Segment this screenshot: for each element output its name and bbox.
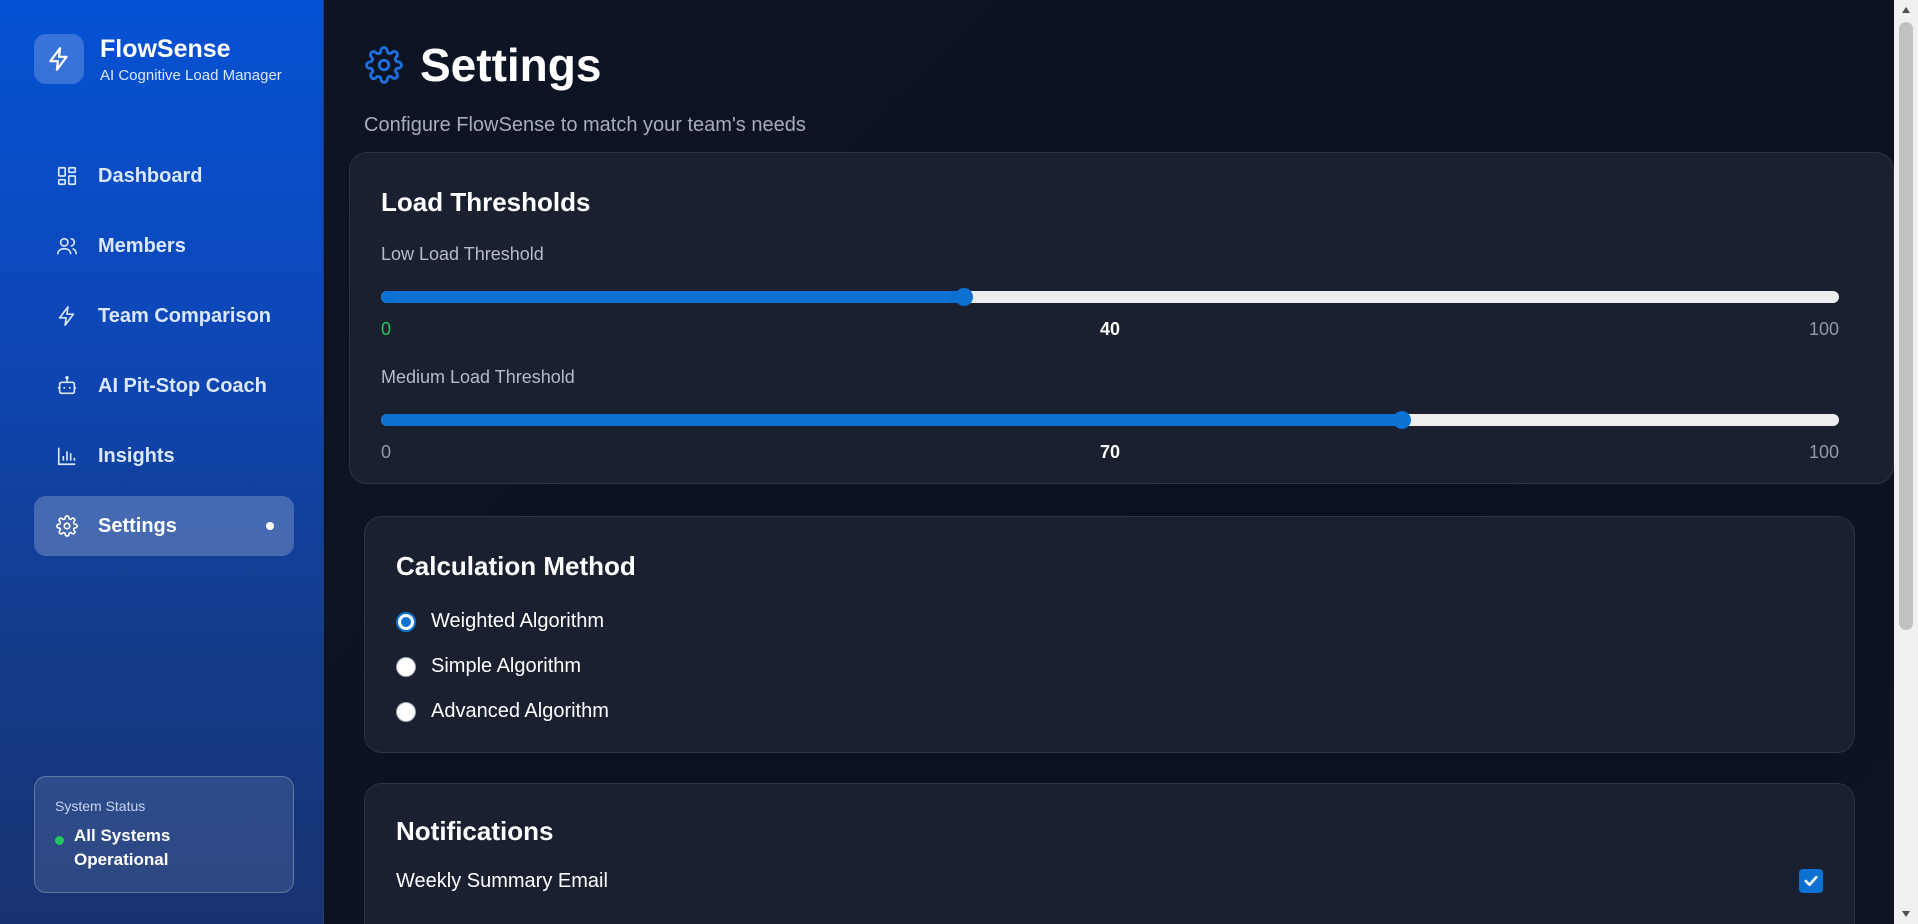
load-thresholds-card: Load Thresholds Low Load Threshold 0 40 …: [349, 152, 1894, 484]
slider-min-label: 0: [381, 319, 392, 339]
sidebar-item-label: Team Comparison: [98, 304, 271, 327]
sidebar-item-label: Insights: [98, 444, 175, 467]
scroll-up-arrow-icon[interactable]: [1894, 0, 1918, 20]
card-title: Notifications: [396, 816, 554, 846]
slider-min-label: 0: [381, 442, 392, 462]
sidebar-item-label: Dashboard: [98, 164, 203, 187]
sidebar-item-label: Settings: [98, 514, 177, 537]
medium-threshold-slider[interactable]: [381, 411, 1839, 429]
sidebar-item-insights[interactable]: Insights: [34, 426, 294, 486]
main-content: Settings Configure FlowSense to match yo…: [324, 0, 1894, 924]
radio-label[interactable]: Weighted Algorithm: [431, 610, 604, 633]
sidebar-nav: Dashboard Members Team Comparison AI Pit…: [34, 146, 294, 566]
sidebar-item-dashboard[interactable]: Dashboard: [34, 146, 294, 206]
page-header: Settings Configure FlowSense to match yo…: [364, 38, 806, 137]
weekly-summary-label: Weekly Summary Email: [396, 869, 608, 892]
active-indicator-dot: [266, 522, 274, 530]
radio-button[interactable]: [396, 656, 416, 677]
medium-threshold-block: Medium Load Threshold 0 70 100: [381, 367, 1862, 464]
slider-value: 40: [1099, 319, 1121, 339]
bar-chart-icon: [54, 443, 80, 469]
card-title: Calculation Method: [396, 551, 636, 581]
slider-fill: [381, 414, 1402, 426]
slider-label: Low Load Threshold: [381, 244, 544, 264]
radio-option-weighted[interactable]: Weighted Algorithm: [396, 610, 1823, 633]
low-threshold-block: Low Load Threshold 0 40 100: [381, 244, 1862, 341]
slider-thumb[interactable]: [955, 288, 974, 306]
sidebar-item-settings[interactable]: Settings: [34, 496, 294, 556]
slider-thumb[interactable]: [1392, 411, 1411, 429]
slider-fill: [381, 291, 965, 303]
status-text: All Systems Operational: [74, 826, 171, 869]
system-status-card: System Status All Systems Operational: [34, 776, 294, 893]
status-label: System Status: [55, 798, 146, 814]
brand-tagline: AI Cognitive Load Manager: [100, 66, 282, 84]
slider-value: 70: [1099, 442, 1121, 462]
dashboard-grid-icon: [54, 163, 80, 189]
bot-icon: [54, 373, 80, 399]
brand[interactable]: FlowSense AI Cognitive Load Manager: [34, 34, 282, 84]
page-subtitle: Configure FlowSense to match your team's…: [364, 114, 806, 136]
radio-label[interactable]: Advanced Algorithm: [431, 700, 609, 723]
radio-option-advanced[interactable]: Advanced Algorithm: [396, 700, 1823, 723]
weekly-summary-checkbox[interactable]: [1799, 869, 1823, 893]
status-indicator-dot: [55, 836, 64, 845]
gear-icon: [54, 513, 80, 539]
sidebar-item-members[interactable]: Members: [34, 216, 294, 276]
slider-label: Medium Load Threshold: [381, 367, 575, 387]
weekly-summary-row: Weekly Summary Email: [396, 869, 1823, 893]
sidebar-item-label: AI Pit-Stop Coach: [98, 374, 267, 397]
checkmark-icon: [1804, 875, 1818, 887]
scrollbar-thumb[interactable]: [1899, 22, 1913, 630]
calculation-method-card: Calculation Method Weighted Algorithm Si…: [364, 516, 1855, 753]
scroll-down-arrow-icon[interactable]: [1894, 904, 1918, 924]
settings-gear-icon: [364, 45, 404, 85]
sidebar-item-team-comparison[interactable]: Team Comparison: [34, 286, 294, 346]
users-icon: [54, 233, 80, 259]
low-threshold-slider[interactable]: [381, 288, 1839, 306]
lightning-logo-icon: [34, 34, 84, 84]
sidebar: FlowSense AI Cognitive Load Manager Dash…: [0, 0, 324, 924]
brand-name: FlowSense: [100, 34, 231, 63]
radio-label[interactable]: Simple Algorithm: [431, 655, 581, 678]
radio-option-simple[interactable]: Simple Algorithm: [396, 655, 1823, 678]
vertical-scrollbar[interactable]: [1894, 0, 1918, 924]
page-title: Settings: [420, 39, 602, 91]
lightning-icon: [54, 303, 80, 329]
card-title: Load Thresholds: [381, 187, 591, 217]
sidebar-item-ai-pit-stop-coach[interactable]: AI Pit-Stop Coach: [34, 356, 294, 416]
slider-max-label: 100: [1808, 319, 1839, 339]
radio-button[interactable]: [396, 611, 416, 632]
notifications-card: Notifications Weekly Summary Email: [364, 783, 1855, 924]
radio-button[interactable]: [396, 701, 416, 722]
sidebar-item-label: Members: [98, 234, 186, 257]
slider-max-label: 100: [1808, 442, 1839, 462]
